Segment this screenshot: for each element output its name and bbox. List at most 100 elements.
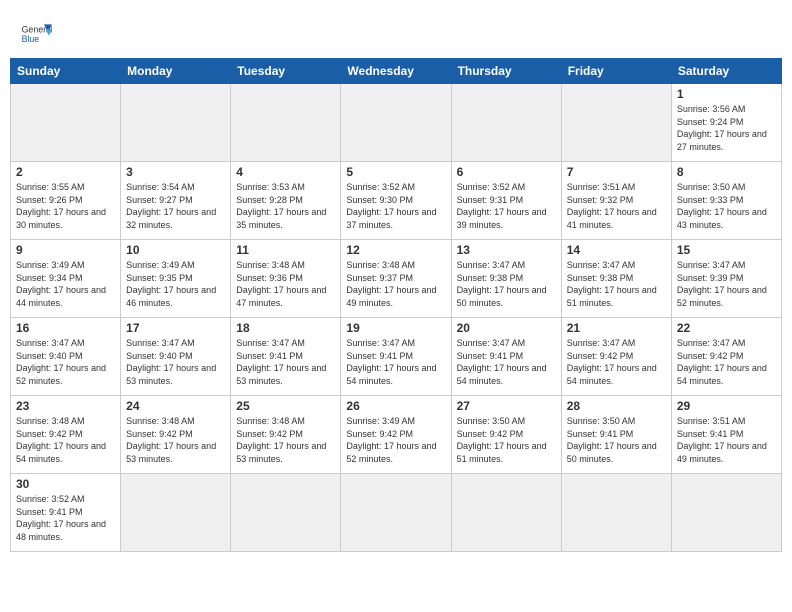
day-header-wednesday: Wednesday [341, 59, 451, 84]
day-number: 13 [457, 243, 556, 257]
day-number: 25 [236, 399, 335, 413]
calendar-cell [561, 474, 671, 552]
calendar-cell [231, 474, 341, 552]
calendar-cell: 27 Sunrise: 3:50 AMSunset: 9:42 PMDayligh… [451, 396, 561, 474]
day-info: Sunrise: 3:50 AMSunset: 9:41 PMDaylight:… [567, 415, 666, 465]
day-info: Sunrise: 3:49 AMSunset: 9:35 PMDaylight:… [126, 259, 225, 309]
day-header-thursday: Thursday [451, 59, 561, 84]
logo-icon: General Blue [20, 18, 52, 50]
page-header: General Blue [10, 10, 782, 54]
calendar-cell: 24 Sunrise: 3:48 AMSunset: 9:42 PMDayligh… [121, 396, 231, 474]
day-number: 6 [457, 165, 556, 179]
days-header-row: SundayMondayTuesdayWednesdayThursdayFrid… [11, 59, 782, 84]
day-number: 28 [567, 399, 666, 413]
calendar-cell: 17 Sunrise: 3:47 AMSunset: 9:40 PMDayligh… [121, 318, 231, 396]
day-number: 23 [16, 399, 115, 413]
calendar-cell: 16Sunrise: 3:47 AMSunset: 9:40 PMDayligh… [11, 318, 121, 396]
day-info: Sunrise: 3:47 AMSunset: 9:38 PMDaylight:… [567, 259, 666, 309]
calendar-cell: 2 Sunrise: 3:55 AMSunset: 9:26 PMDaylight… [11, 162, 121, 240]
day-info: Sunrise: 3:50 AMSunset: 9:33 PMDaylight:… [677, 181, 776, 231]
week-row-3: 9Sunrise: 3:49 AMSunset: 9:34 PMDaylight… [11, 240, 782, 318]
day-info: Sunrise: 3:54 AMSunset: 9:27 PMDaylight:… [126, 181, 225, 231]
week-row-2: 2 Sunrise: 3:55 AMSunset: 9:26 PMDaylight… [11, 162, 782, 240]
day-info: Sunrise: 3:56 AMSunset: 9:24 PMDaylight:… [677, 103, 776, 153]
day-info: Sunrise: 3:51 AMSunset: 9:41 PMDaylight:… [677, 415, 776, 465]
day-number: 1 [677, 87, 776, 101]
day-info: Sunrise: 3:55 AMSunset: 9:26 PMDaylight:… [16, 181, 115, 231]
day-info: Sunrise: 3:48 AMSunset: 9:42 PMDaylight:… [236, 415, 335, 465]
calendar-cell: 10 Sunrise: 3:49 AMSunset: 9:35 PMDayligh… [121, 240, 231, 318]
calendar-cell: 11Sunrise: 3:48 AMSunset: 9:36 PMDayligh… [231, 240, 341, 318]
day-number: 19 [346, 321, 445, 335]
calendar-cell: 1 Sunrise: 3:56 AMSunset: 9:24 PMDaylight… [671, 84, 781, 162]
day-info: Sunrise: 3:52 AMSunset: 9:31 PMDaylight:… [457, 181, 556, 231]
calendar-cell: 4 Sunrise: 3:53 AMSunset: 9:28 PMDaylight… [231, 162, 341, 240]
calendar-cell: 26Sunrise: 3:49 AMSunset: 9:42 PMDayligh… [341, 396, 451, 474]
calendar-cell [121, 474, 231, 552]
day-number: 3 [126, 165, 225, 179]
day-info: Sunrise: 3:50 AMSunset: 9:42 PMDaylight:… [457, 415, 556, 465]
day-number: 8 [677, 165, 776, 179]
calendar-cell [561, 84, 671, 162]
day-number: 29 [677, 399, 776, 413]
day-number: 11 [236, 243, 335, 257]
day-number: 22 [677, 321, 776, 335]
calendar-cell: 14 Sunrise: 3:47 AMSunset: 9:38 PMDayligh… [561, 240, 671, 318]
calendar-cell: 8 Sunrise: 3:50 AMSunset: 9:33 PMDaylight… [671, 162, 781, 240]
day-number: 2 [16, 165, 115, 179]
calendar-cell [231, 84, 341, 162]
calendar-cell: 5 Sunrise: 3:52 AMSunset: 9:30 PMDaylight… [341, 162, 451, 240]
calendar-cell [671, 474, 781, 552]
calendar-cell: 21 Sunrise: 3:47 AMSunset: 9:42 PMDayligh… [561, 318, 671, 396]
day-number: 18 [236, 321, 335, 335]
day-number: 30 [16, 477, 115, 491]
day-info: Sunrise: 3:47 AMSunset: 9:42 PMDaylight:… [567, 337, 666, 387]
calendar-cell [451, 84, 561, 162]
day-number: 14 [567, 243, 666, 257]
day-number: 24 [126, 399, 225, 413]
calendar-table: SundayMondayTuesdayWednesdayThursdayFrid… [10, 58, 782, 552]
day-header-saturday: Saturday [671, 59, 781, 84]
day-number: 5 [346, 165, 445, 179]
calendar-cell: 15 Sunrise: 3:47 AMSunset: 9:39 PMDayligh… [671, 240, 781, 318]
day-info: Sunrise: 3:49 AMSunset: 9:42 PMDaylight:… [346, 415, 445, 465]
day-info: Sunrise: 3:47 AMSunset: 9:39 PMDaylight:… [677, 259, 776, 309]
day-number: 21 [567, 321, 666, 335]
day-info: Sunrise: 3:48 AMSunset: 9:37 PMDaylight:… [346, 259, 445, 309]
day-info: Sunrise: 3:52 AMSunset: 9:30 PMDaylight:… [346, 181, 445, 231]
day-number: 20 [457, 321, 556, 335]
day-info: Sunrise: 3:48 AMSunset: 9:42 PMDaylight:… [16, 415, 115, 465]
day-info: Sunrise: 3:47 AMSunset: 9:38 PMDaylight:… [457, 259, 556, 309]
calendar-cell: 22Sunrise: 3:47 AMSunset: 9:42 PMDayligh… [671, 318, 781, 396]
day-number: 12 [346, 243, 445, 257]
calendar-cell: 28 Sunrise: 3:50 AMSunset: 9:41 PMDayligh… [561, 396, 671, 474]
calendar-cell: 29 Sunrise: 3:51 AMSunset: 9:41 PMDayligh… [671, 396, 781, 474]
day-header-sunday: Sunday [11, 59, 121, 84]
calendar-cell: 6 Sunrise: 3:52 AMSunset: 9:31 PMDaylight… [451, 162, 561, 240]
calendar-cell: 18 Sunrise: 3:47 AMSunset: 9:41 PMDayligh… [231, 318, 341, 396]
calendar-cell: 20Sunrise: 3:47 AMSunset: 9:41 PMDayligh… [451, 318, 561, 396]
week-row-1: 1 Sunrise: 3:56 AMSunset: 9:24 PMDaylight… [11, 84, 782, 162]
day-info: Sunrise: 3:52 AMSunset: 9:41 PMDaylight:… [16, 493, 115, 543]
svg-text:Blue: Blue [22, 34, 40, 44]
week-row-6: 30 Sunrise: 3:52 AMSunset: 9:41 PMDayligh… [11, 474, 782, 552]
day-info: Sunrise: 3:47 AMSunset: 9:40 PMDaylight:… [126, 337, 225, 387]
calendar-cell [121, 84, 231, 162]
calendar-cell [341, 474, 451, 552]
calendar-cell: 13 Sunrise: 3:47 AMSunset: 9:38 PMDayligh… [451, 240, 561, 318]
calendar-cell [451, 474, 561, 552]
day-number: 10 [126, 243, 225, 257]
day-number: 27 [457, 399, 556, 413]
calendar-cell: 12 Sunrise: 3:48 AMSunset: 9:37 PMDayligh… [341, 240, 451, 318]
day-header-friday: Friday [561, 59, 671, 84]
day-number: 7 [567, 165, 666, 179]
day-number: 15 [677, 243, 776, 257]
day-info: Sunrise: 3:48 AMSunset: 9:42 PMDaylight:… [126, 415, 225, 465]
day-info: Sunrise: 3:47 AMSunset: 9:41 PMDaylight:… [236, 337, 335, 387]
calendar-cell: 7Sunrise: 3:51 AMSunset: 9:32 PMDaylight… [561, 162, 671, 240]
calendar-cell: 30 Sunrise: 3:52 AMSunset: 9:41 PMDayligh… [11, 474, 121, 552]
day-info: Sunrise: 3:53 AMSunset: 9:28 PMDaylight:… [236, 181, 335, 231]
day-number: 17 [126, 321, 225, 335]
calendar-cell: 9Sunrise: 3:49 AMSunset: 9:34 PMDaylight… [11, 240, 121, 318]
day-number: 4 [236, 165, 335, 179]
